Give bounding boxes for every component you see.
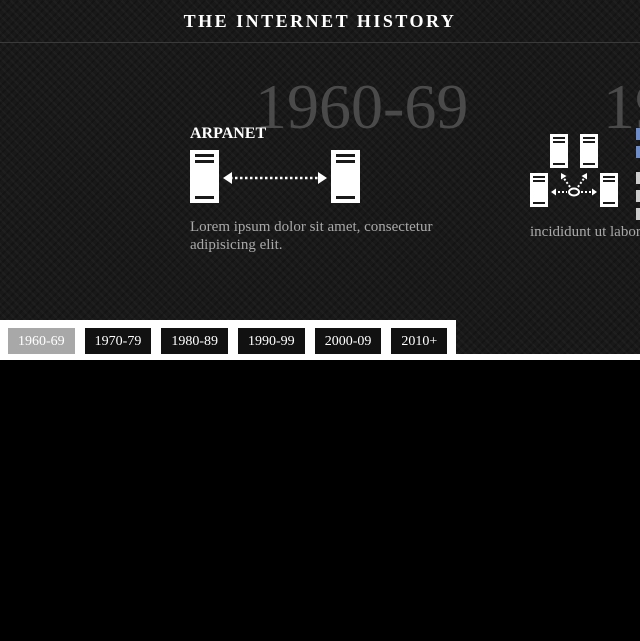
event-description: Lorem ipsum dolor sit amet, consectetur … [190,219,433,253]
text-fragment [636,208,640,220]
page: THE INTERNET HISTORY 1960-69 ARPANET Lor… [0,0,640,641]
site-title: THE INTERNET HISTORY [183,11,457,31]
tab-2010-plus[interactable]: 2010+ [391,328,448,355]
event-title: ARPANET [190,125,267,142]
next-event-text-fragment [636,124,640,224]
tab-1980-89[interactable]: 1980-89 [161,328,229,355]
timeline-line [0,354,640,360]
tab-1970-79[interactable]: 1970-79 [84,328,152,355]
server-link-icon [190,150,360,203]
text-fragment [636,172,640,184]
title-fragment [636,128,640,140]
era-heading: 1960-69 [255,71,469,142]
tab-2000-09[interactable]: 2000-09 [314,328,382,355]
era-heading-next: 1960-69 [603,71,640,142]
tab-1960-69[interactable]: 1960-69 [8,328,75,355]
timeline-tabs: 1960-69 1970-79 1980-89 1990-99 2000-09 2010+ [8,328,448,355]
site-header: THE INTERNET HISTORY [0,0,640,43]
network-hub-icon [530,134,618,207]
event-description-next: incididunt ut labore [530,224,640,240]
text-fragment [636,190,640,202]
tab-1990-99[interactable]: 1990-99 [238,328,305,355]
title-fragment [636,146,640,158]
timeline-slider: THE INTERNET HISTORY 1960-69 ARPANET Lor… [0,0,640,356]
